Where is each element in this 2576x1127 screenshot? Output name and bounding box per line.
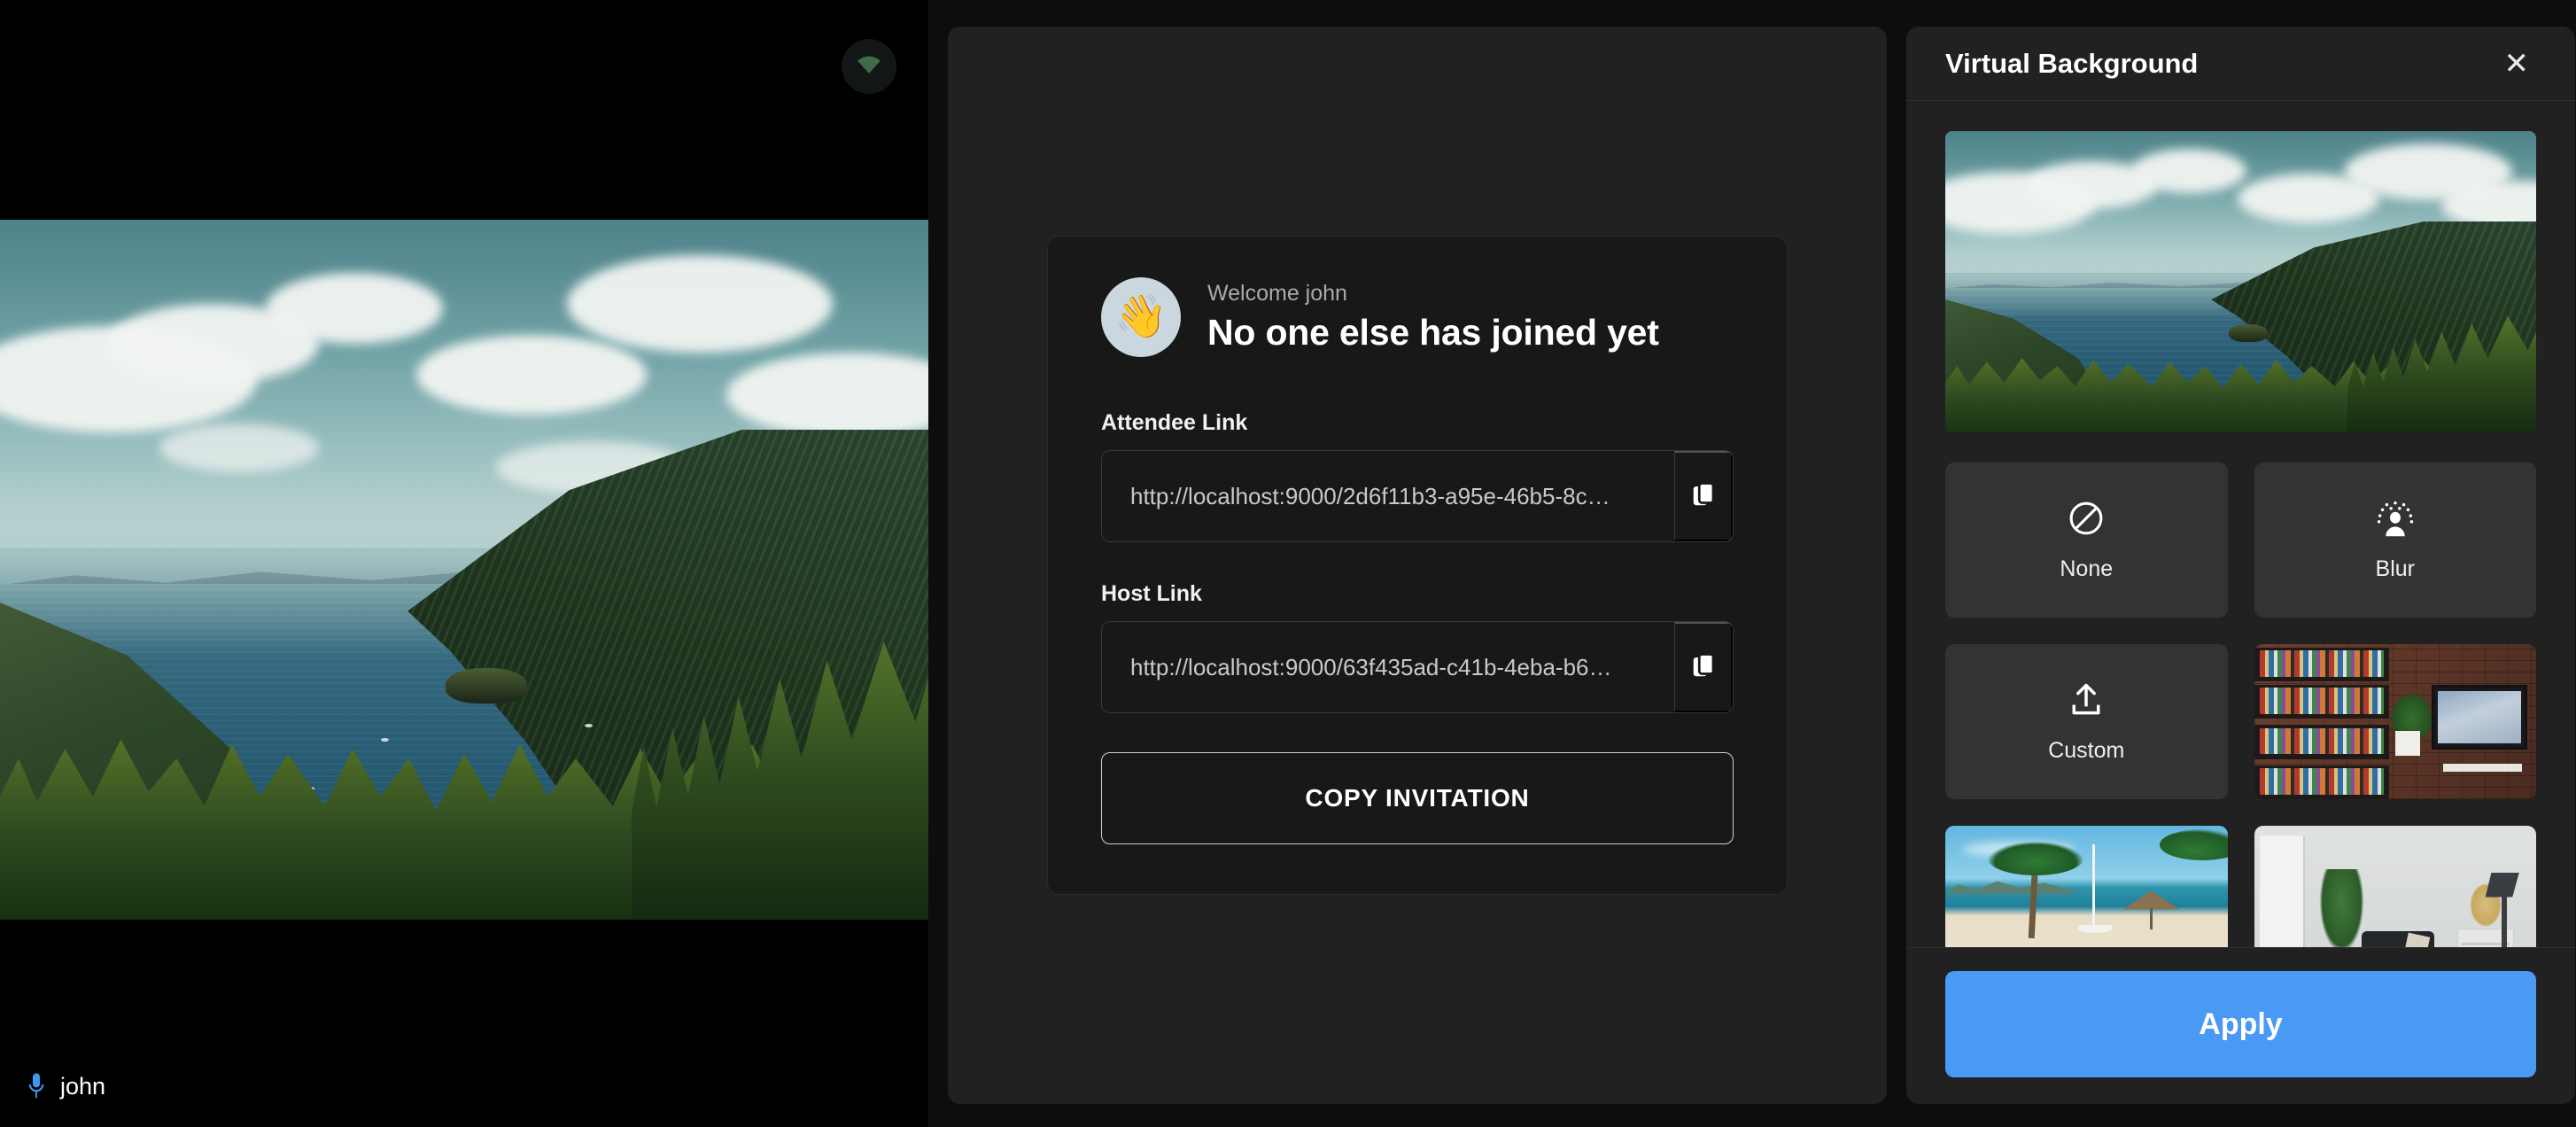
host-link-value[interactable]: http://localhost:9000/63f435ad-c41b-4eba… — [1102, 622, 1674, 712]
plant — [2316, 869, 2367, 947]
connection-quality-badge[interactable] — [842, 39, 896, 94]
copy-host-link-button[interactable] — [1674, 622, 1733, 712]
wave-emoji: 👋 — [1114, 293, 1168, 340]
host-link-label: Host Link — [1101, 581, 1202, 606]
books — [2259, 688, 2384, 714]
participant-name: john — [60, 1072, 106, 1100]
boat — [380, 737, 389, 742]
mountains — [1945, 881, 2076, 894]
blur-person-icon — [2373, 499, 2417, 542]
door — [2259, 835, 2305, 947]
background-option-blur[interactable]: Blur — [2254, 462, 2536, 618]
welcome-row: 👋 Welcome john No one else has joined ye… — [1101, 277, 1734, 357]
preview-scene — [1945, 131, 2536, 432]
video-stream — [0, 220, 928, 920]
attendee-link-value[interactable]: http://localhost:9000/2d6f11b3-a95e-46b5… — [1102, 451, 1674, 541]
participant-name-badge: john — [27, 1072, 105, 1100]
background-option-beach[interactable] — [1945, 826, 2228, 947]
virtual-background-panel: Virtual Background ✕ None Blur Custom Ap… — [1906, 27, 2575, 1104]
keyboard — [2442, 763, 2523, 772]
waving-hand-icon: 👋 — [1101, 277, 1181, 357]
video-background-scene — [0, 220, 928, 920]
cloud — [567, 255, 833, 353]
cloud — [159, 424, 319, 472]
background-option-label: None — [2060, 556, 2114, 581]
virtual-background-body: None Blur Custom — [1906, 101, 2575, 947]
upload-icon — [2067, 680, 2106, 724]
boat — [585, 723, 594, 727]
floor-lamp-pole — [2502, 894, 2507, 947]
lake-island — [446, 667, 528, 703]
beach-hut-pole — [2149, 907, 2153, 930]
sailboat-hull — [2077, 925, 2112, 933]
monitor — [2432, 684, 2528, 750]
books — [2259, 768, 2384, 795]
copy-attendee-link-button[interactable] — [1674, 451, 1733, 541]
palm-fronds — [1987, 841, 2084, 875]
virtual-background-footer: Apply — [1906, 947, 2575, 1104]
background-option-none[interactable]: None — [1945, 462, 2228, 618]
close-icon[interactable]: ✕ — [2497, 45, 2537, 82]
beach-thumbnail — [1945, 826, 2228, 947]
cloud — [2131, 149, 2246, 193]
microphone-icon — [27, 1072, 46, 1100]
background-option-label: Blur — [2375, 556, 2415, 581]
plant-pot — [2394, 731, 2421, 756]
sailboat-mast — [2091, 844, 2095, 925]
meeting-app-window: john 👋 Welcome john No one else has join… — [0, 0, 2576, 1127]
background-option-bookshelf[interactable] — [2254, 644, 2536, 799]
background-option-room[interactable] — [2254, 826, 2536, 947]
cloud — [266, 273, 443, 344]
wifi-signal-icon — [856, 55, 882, 79]
bookshelf-thumbnail — [2254, 644, 2536, 799]
no-symbol-icon — [2067, 499, 2106, 542]
background-preview[interactable] — [1945, 131, 2536, 432]
palm-fronds — [2160, 828, 2228, 860]
background-option-custom[interactable]: Custom — [1945, 644, 2228, 799]
copy-icon — [1692, 481, 1715, 511]
attendee-link-label: Attendee Link — [1101, 410, 1248, 435]
virtual-background-header: Virtual Background ✕ — [1906, 27, 2575, 101]
background-options-grid: None Blur Custom — [1945, 462, 2536, 947]
lake-island — [2229, 323, 2269, 342]
invite-panel: 👋 Welcome john No one else has joined ye… — [948, 27, 1887, 1104]
living-room-thumbnail — [2254, 826, 2536, 947]
apply-button[interactable]: Apply — [1945, 971, 2536, 1077]
background-option-label: Custom — [2048, 737, 2125, 763]
host-link-row: http://localhost:9000/63f435ad-c41b-4eba… — [1101, 621, 1734, 713]
welcome-text-block: Welcome john No one else has joined yet — [1207, 281, 1659, 354]
invite-card: 👋 Welcome john No one else has joined ye… — [1047, 236, 1788, 895]
waiting-headline: No one else has joined yet — [1207, 312, 1659, 353]
welcome-greeting: Welcome john — [1207, 281, 1347, 306]
beach-hut-roof — [2122, 890, 2180, 910]
books — [2259, 727, 2384, 755]
panel-title: Virtual Background — [1945, 47, 2199, 79]
cloud — [416, 335, 647, 415]
books — [2259, 650, 2384, 677]
copy-icon — [1692, 652, 1715, 682]
copy-invitation-button[interactable]: COPY INVITATION — [1101, 752, 1734, 844]
local-video-tile[interactable]: john — [0, 0, 928, 1127]
attendee-link-row: http://localhost:9000/2d6f11b3-a95e-46b5… — [1101, 450, 1734, 542]
